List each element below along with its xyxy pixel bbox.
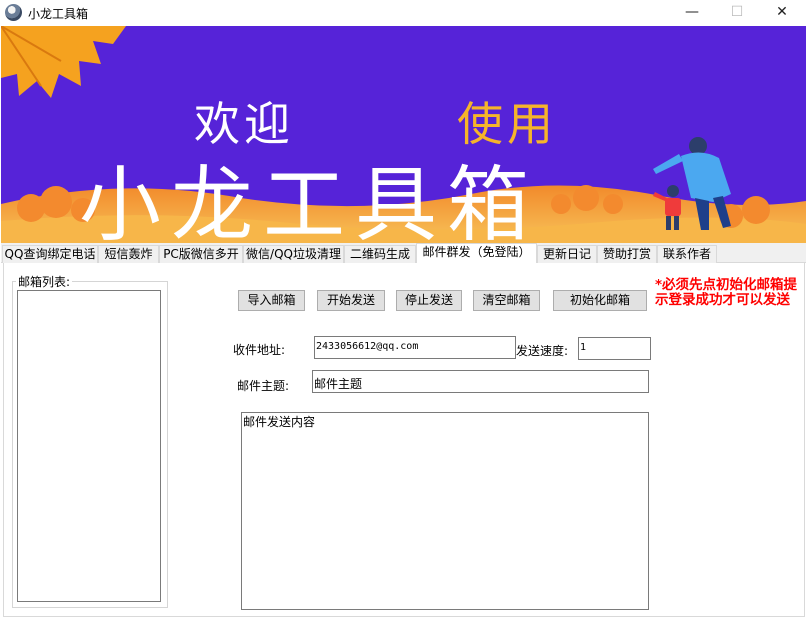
tab-mail-mass[interactable]: 邮件群发（免登陆） [416,243,537,264]
tab-donate[interactable]: 赞助打赏 [597,245,657,263]
start-send-button[interactable]: 开始发送 [317,290,385,311]
mailbox-list-label: 邮箱列表: [16,273,73,290]
recipient-label: 收件地址: [233,343,286,357]
recipient-input[interactable]: 2433056612@qq.com [314,336,516,359]
tab-sms-bomb[interactable]: 短信轰炸 [98,245,159,263]
tab-qrcode[interactable]: 二维码生成 [344,245,416,263]
maple-leaf-icon [1,26,126,98]
mail-body-textarea[interactable]: 邮件发送内容 [241,412,649,610]
import-mailbox-button[interactable]: 导入邮箱 [238,290,305,311]
tab-wechat-multi[interactable]: PC版微信多开 [159,245,243,263]
clear-mailbox-button[interactable]: 清空邮箱 [473,290,540,311]
close-button[interactable]: ✕ [759,0,805,25]
warning-text: *必须先点初始化邮箱提示登录成功才可以发送 [655,277,798,308]
subject-label: 邮件主题: [237,379,290,393]
stop-send-button[interactable]: 停止发送 [396,290,462,311]
window-title: 小龙工具箱 [28,7,89,21]
app-logo-icon [5,4,22,21]
subject-input[interactable]: 邮件主题 [312,370,649,393]
minimize-button[interactable]: — [669,0,715,25]
tab-cleanup[interactable]: 微信/QQ垃圾清理 [243,245,344,263]
mailbox-listbox[interactable] [17,290,161,602]
speed-input[interactable]: 1 [578,337,651,360]
tab-contact[interactable]: 联系作者 [657,245,717,263]
speed-label: 发送速度: [516,344,569,358]
init-mailbox-button[interactable]: 初始化邮箱 [553,290,647,311]
banner-image: 欢迎 使用 小龙工具箱 [1,26,806,243]
title-bar: 小龙工具箱 — ☐ ✕ [0,0,807,25]
maximize-button[interactable]: ☐ [714,0,760,25]
banner-title: 小龙工具箱 [79,158,540,243]
tab-changelog[interactable]: 更新日记 [537,245,597,263]
tab-strip: QQ查询绑定电话 短信轰炸 PC版微信多开 微信/QQ垃圾清理 二维码生成 邮件… [1,243,806,264]
tab-qq-phone[interactable]: QQ查询绑定电话 [2,245,98,263]
